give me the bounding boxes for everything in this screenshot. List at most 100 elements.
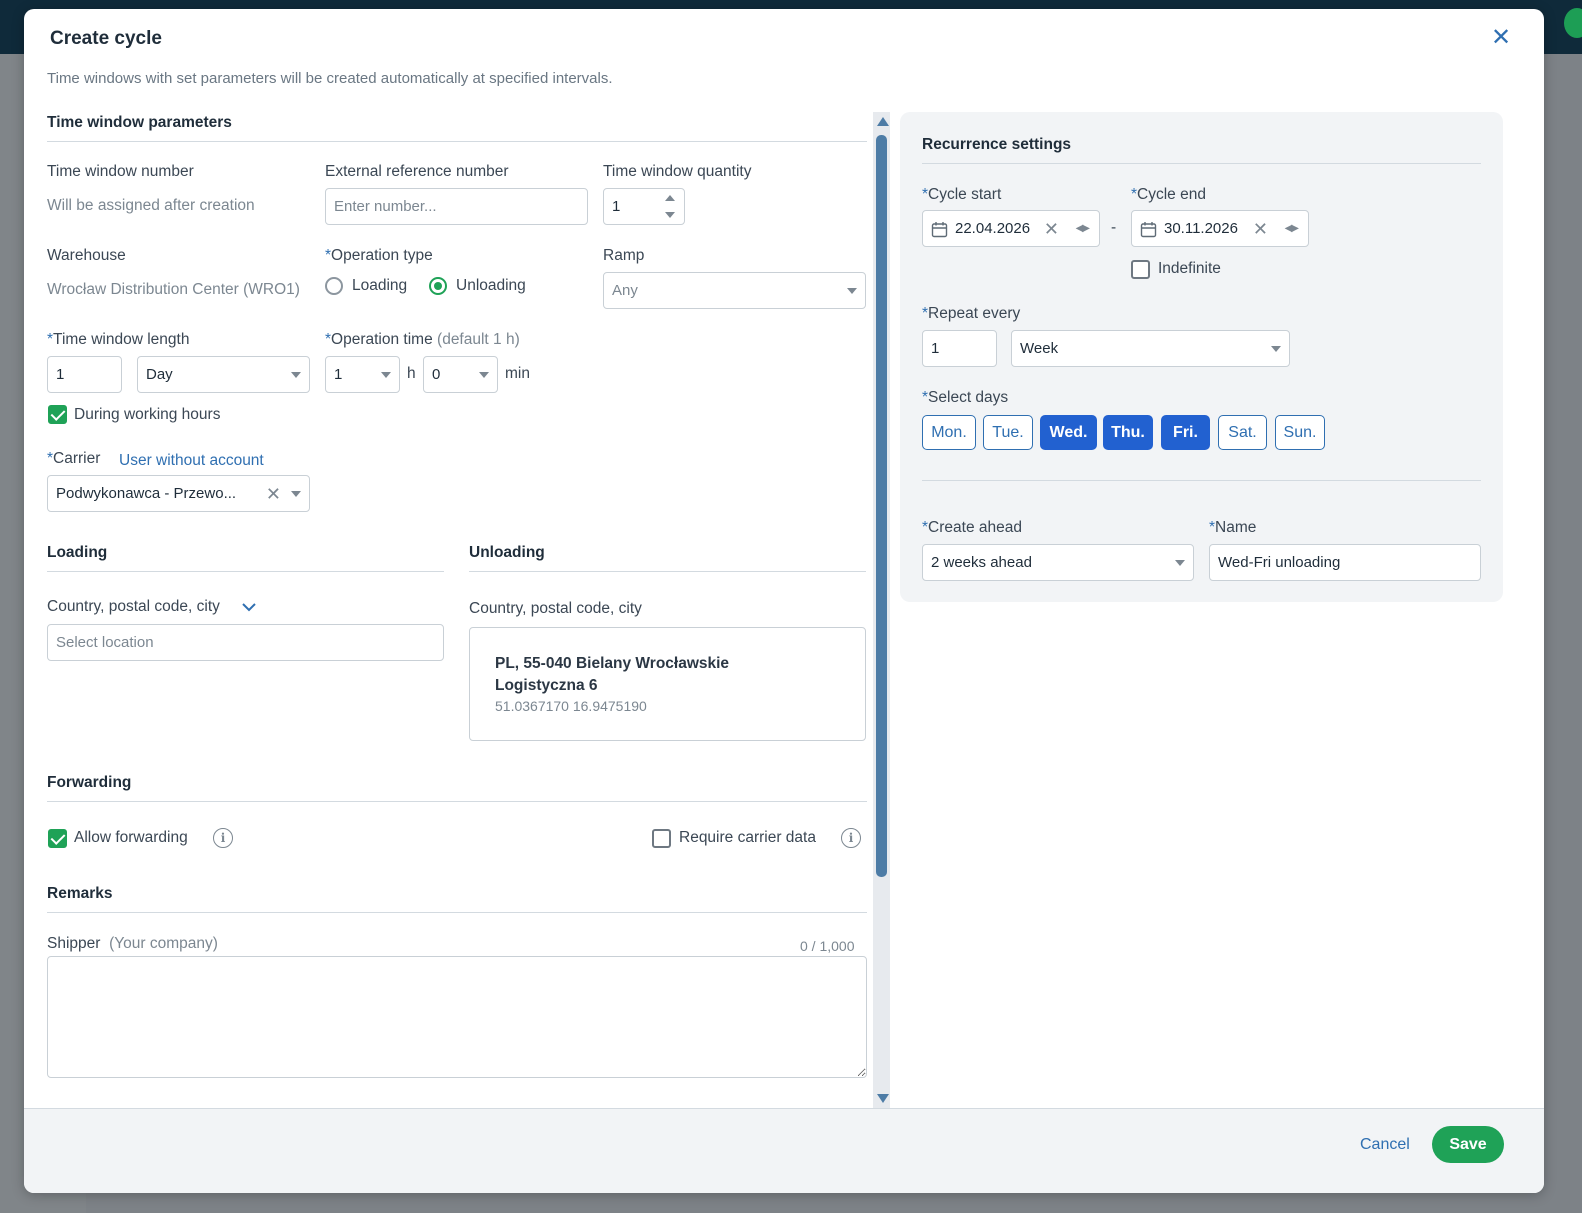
shipper-label: Shipper (Your company) [47, 935, 218, 952]
chevron-down-icon [1175, 559, 1185, 566]
working-hours-checkbox[interactable] [48, 405, 67, 424]
scroll-up-icon[interactable] [877, 117, 889, 126]
info-icon[interactable]: i [841, 828, 861, 848]
prev-next-icon[interactable]: ◀▶ [1285, 223, 1299, 234]
divider [47, 912, 867, 913]
cycle-name-input[interactable]: Wed-Fri unloading [1209, 544, 1481, 581]
radio-unloading[interactable] [429, 277, 447, 295]
radio-unloading-label[interactable]: Unloading [456, 277, 526, 295]
carrier-select[interactable]: Podwykonawca - Przewo... ✕ [47, 475, 310, 512]
repeat-every-input[interactable]: 1 [922, 330, 997, 367]
op-time-hours-select[interactable]: 1 [325, 356, 400, 393]
scrollbar-thumb[interactable] [876, 135, 887, 877]
divider [47, 571, 444, 572]
clear-icon[interactable]: ✕ [1253, 220, 1268, 238]
calendar-icon [931, 222, 948, 238]
calendar-icon [1140, 222, 1157, 238]
day-button-tue[interactable]: Tue. [983, 415, 1033, 450]
chevron-down-icon [291, 490, 301, 497]
user-avatar[interactable] [1564, 8, 1582, 38]
day-button-sat[interactable]: Sat. [1218, 415, 1267, 450]
indefinite-label[interactable]: Indefinite [1158, 260, 1221, 278]
day-button-thu[interactable]: Thu. [1103, 415, 1153, 450]
cancel-button[interactable]: Cancel [1360, 1136, 1410, 1154]
increment-icon[interactable] [665, 195, 675, 201]
select-days-label: *Select days [922, 389, 1009, 406]
day-button-fri[interactable]: Fri. [1161, 415, 1210, 450]
create-ahead-value: 2 weeks ahead [931, 554, 1032, 571]
create-ahead-select[interactable]: 2 weeks ahead [922, 544, 1194, 581]
section-title-unloading: Unloading [469, 544, 545, 561]
divider [922, 480, 1481, 481]
clear-icon[interactable]: ✕ [1044, 220, 1059, 238]
ramp-value: Any [612, 282, 638, 299]
section-title-forwarding: Forwarding [47, 774, 132, 791]
radio-loading[interactable] [325, 277, 343, 295]
indefinite-checkbox[interactable] [1131, 260, 1150, 279]
op-time-minutes-select[interactable]: 0 [423, 356, 498, 393]
divider [922, 163, 1481, 164]
op-time-hours-value: 1 [334, 366, 343, 383]
cycle-end-label: *Cycle end [1131, 186, 1206, 203]
section-title-loading: Loading [47, 544, 108, 561]
prev-next-icon[interactable]: ◀▶ [1076, 223, 1090, 234]
decrement-icon[interactable] [665, 212, 675, 218]
chevron-down-icon [479, 371, 489, 378]
tw-number-label: Time window number [47, 163, 194, 180]
allow-forwarding-checkbox[interactable] [48, 829, 67, 848]
divider [47, 801, 867, 802]
save-button[interactable]: Save [1432, 1126, 1504, 1163]
cycle-start-datepicker[interactable]: 22.04.2026 ✕ ◀▶ [922, 210, 1100, 247]
address-coords: 51.0367170 16.9475190 [495, 698, 647, 714]
day-button-sun[interactable]: Sun. [1275, 415, 1325, 450]
close-icon[interactable]: ✕ [1488, 25, 1514, 51]
info-icon[interactable]: i [213, 828, 233, 848]
warehouse-value: Wrocław Distribution Center (WRO1) [47, 281, 300, 298]
name-label: *Name [1209, 519, 1257, 536]
section-title-params: Time window parameters [47, 114, 232, 131]
section-title-recurrence: Recurrence settings [922, 136, 1072, 153]
qty-label: Time window quantity [603, 163, 752, 180]
chevron-down-icon [1271, 345, 1281, 352]
allow-forwarding-label[interactable]: Allow forwarding [74, 829, 188, 847]
unloading-location-label: Country, postal code, city [469, 600, 642, 617]
day-button-wed[interactable]: Wed. [1040, 415, 1097, 450]
hours-unit: h [407, 365, 416, 382]
repeat-every-label: *Repeat every [922, 305, 1021, 322]
chevron-down-icon [291, 371, 301, 378]
radio-loading-label[interactable]: Loading [352, 277, 407, 295]
working-hours-label[interactable]: During working hours [74, 406, 220, 424]
clear-icon[interactable]: ✕ [266, 485, 281, 503]
cycle-start-label: *Cycle start [922, 186, 1002, 203]
ramp-label: Ramp [603, 247, 645, 264]
carrier-value: Podwykonawca - Przewo... [56, 485, 237, 502]
require-carrier-data-label[interactable]: Require carrier data [679, 829, 816, 847]
require-carrier-data-checkbox[interactable] [652, 829, 671, 848]
warehouse-label: Warehouse [47, 247, 126, 264]
dialog-subtitle: Time windows with set parameters will be… [47, 70, 613, 87]
tw-number-value: Will be assigned after creation [47, 197, 255, 214]
cycle-end-value: 30.11.2026 [1164, 220, 1238, 237]
cycle-end-datepicker[interactable]: 30.11.2026 ✕ ◀▶ [1131, 210, 1309, 247]
loading-location-input[interactable]: Select location [47, 624, 444, 661]
scroll-down-icon[interactable] [877, 1094, 889, 1103]
unloading-address-card[interactable]: PL, 55-040 Bielany Wrocławskie Logistycz… [469, 627, 866, 741]
shipper-remarks-textarea[interactable] [47, 956, 867, 1078]
chevron-down-icon[interactable] [241, 601, 257, 613]
loading-location-label: Country, postal code, city [47, 598, 220, 615]
repeat-unit-select[interactable]: Week [1011, 330, 1290, 367]
tw-length-input[interactable]: 1 [47, 356, 122, 393]
user-without-account-link[interactable]: User without account [119, 452, 264, 470]
address-line-2: Logistyczna 6 [495, 677, 598, 694]
minutes-unit: min [505, 365, 530, 382]
day-button-mon[interactable]: Mon. [922, 415, 976, 450]
qty-stepper[interactable]: 1 [603, 188, 685, 225]
ramp-select[interactable]: Any [603, 272, 866, 309]
tw-length-unit-select[interactable]: Day [137, 356, 310, 393]
ext-ref-input[interactable]: Enter number... [325, 188, 588, 225]
chevron-down-icon [847, 287, 857, 294]
address-line-1: PL, 55-040 Bielany Wrocławskie [495, 655, 730, 672]
repeat-unit-value: Week [1020, 340, 1059, 357]
dialog-title: Create cycle [50, 28, 162, 49]
dialog-footer [24, 1108, 1544, 1193]
